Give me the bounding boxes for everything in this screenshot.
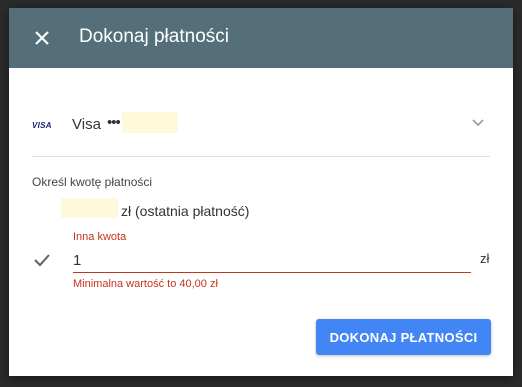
payment-dialog: Dokonaj płatności VISA Visa ••• Określ k… <box>9 8 513 376</box>
redacted-card-number <box>122 112 178 133</box>
last-payment-option[interactable]: zł (ostatnia płatność) <box>121 203 249 219</box>
close-icon[interactable] <box>29 25 55 51</box>
custom-amount-label: Inna kwota <box>73 231 127 243</box>
pay-button[interactable]: DOKONAJ PŁATNOŚCI <box>316 319 491 355</box>
custom-amount-input[interactable] <box>73 248 471 273</box>
currency-label: zł <box>480 251 490 266</box>
dialog-header: Dokonaj płatności <box>9 8 513 68</box>
visa-logo-icon: VISA <box>32 121 52 130</box>
redacted-last-payment-amount <box>61 198 118 218</box>
error-message: Minimalna wartość to 40,00 zł <box>73 278 218 290</box>
check-icon <box>34 254 50 267</box>
amount-section-label: Określ kwotę płatności <box>32 175 153 189</box>
dialog-title: Dokonaj płatności <box>79 26 229 47</box>
divider <box>32 156 490 157</box>
chevron-down-icon[interactable] <box>470 115 486 131</box>
card-mask: ••• <box>107 114 121 131</box>
card-name[interactable]: Visa <box>72 116 101 133</box>
